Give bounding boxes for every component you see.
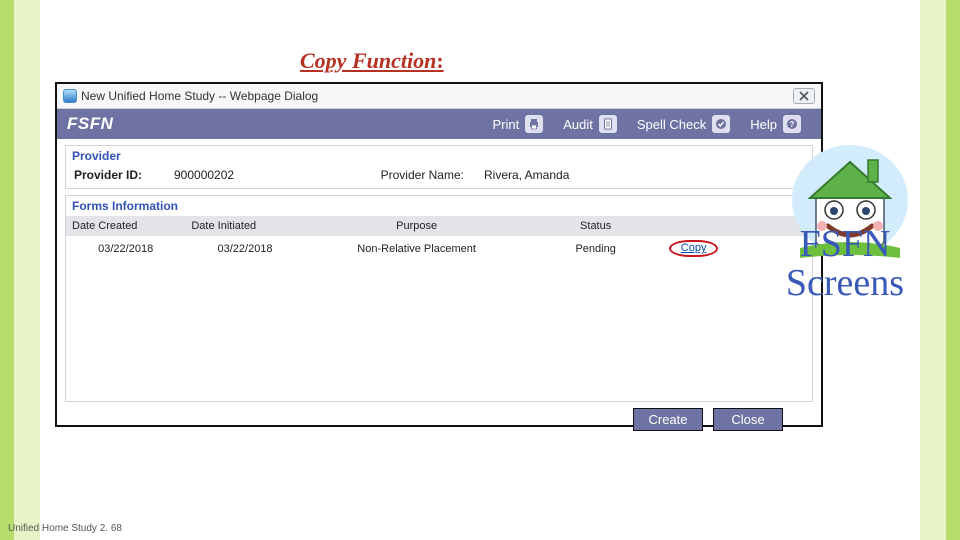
- ie-icon: [63, 89, 77, 103]
- help-button[interactable]: Help ?: [740, 115, 811, 133]
- audit-label: Audit: [563, 117, 593, 132]
- help-label: Help: [750, 117, 777, 132]
- provider-group: Provider Provider ID: 900000202 Provider…: [65, 145, 813, 189]
- window-titlebar: New Unified Home Study -- Webpage Dialog: [57, 84, 821, 109]
- brand-logo: FSFN: [67, 114, 483, 134]
- document-icon: [599, 115, 617, 133]
- create-button[interactable]: Create: [633, 408, 703, 431]
- spellcheck-label: Spell Check: [637, 117, 706, 132]
- forms-table: Date Created Date Initiated Purpose Stat…: [66, 216, 812, 261]
- question-icon: ?: [783, 115, 801, 133]
- footer-text: Unified Home Study 2. 68: [8, 523, 122, 534]
- window-title-text: New Unified Home Study -- Webpage Dialog: [81, 89, 318, 103]
- slide-heading: Copy Function:: [300, 48, 444, 74]
- col-status: Status: [529, 216, 663, 236]
- window-close-button[interactable]: [793, 88, 815, 104]
- col-purpose: Purpose: [305, 216, 529, 236]
- spellcheck-button[interactable]: Spell Check: [627, 115, 740, 133]
- close-icon: [798, 91, 810, 101]
- print-button[interactable]: Print: [483, 115, 554, 133]
- dialog-frame: New Unified Home Study -- Webpage Dialog…: [55, 82, 823, 427]
- heading-colon: :: [436, 48, 443, 73]
- dialog-body: Provider Provider ID: 900000202 Provider…: [57, 139, 821, 439]
- cell-date-created: 03/22/2018: [66, 236, 185, 261]
- col-date-created: Date Created: [66, 216, 185, 236]
- provider-name-label: Provider Name:: [354, 168, 484, 182]
- button-row: Create Close: [65, 408, 813, 431]
- app-toolbar: FSFN Print Audit Spell Check Help ?: [57, 109, 821, 139]
- provider-name-value: Rivera, Amanda: [484, 168, 664, 182]
- provider-id-label: Provider ID:: [74, 168, 174, 182]
- forms-empty-space: [66, 261, 812, 401]
- print-label: Print: [493, 117, 520, 132]
- side-label: FSFN Screens: [775, 225, 915, 303]
- cell-date-initiated: 03/22/2018: [185, 236, 304, 261]
- col-date-initiated: Date Initiated: [185, 216, 304, 236]
- forms-group: Forms Information Date Created Date Init…: [65, 195, 813, 402]
- copy-highlight: Copy: [669, 240, 719, 257]
- cell-purpose: Non-Relative Placement: [305, 236, 529, 261]
- provider-legend: Provider: [66, 146, 812, 166]
- cell-status: Pending: [529, 236, 663, 261]
- audit-button[interactable]: Audit: [553, 115, 627, 133]
- svg-text:?: ?: [790, 120, 795, 129]
- close-button[interactable]: Close: [713, 408, 783, 431]
- copy-link[interactable]: Copy: [681, 242, 707, 254]
- table-header-row: Date Created Date Initiated Purpose Stat…: [66, 216, 812, 236]
- print-icon: [525, 115, 543, 133]
- heading-text: Copy Function: [300, 48, 436, 73]
- table-row: 03/22/2018 03/22/2018 Non-Relative Place…: [66, 236, 812, 261]
- check-icon: [712, 115, 730, 133]
- provider-id-value: 900000202: [174, 168, 354, 182]
- provider-row: Provider ID: 900000202 Provider Name: Ri…: [66, 166, 812, 188]
- forms-legend: Forms Information: [66, 196, 812, 216]
